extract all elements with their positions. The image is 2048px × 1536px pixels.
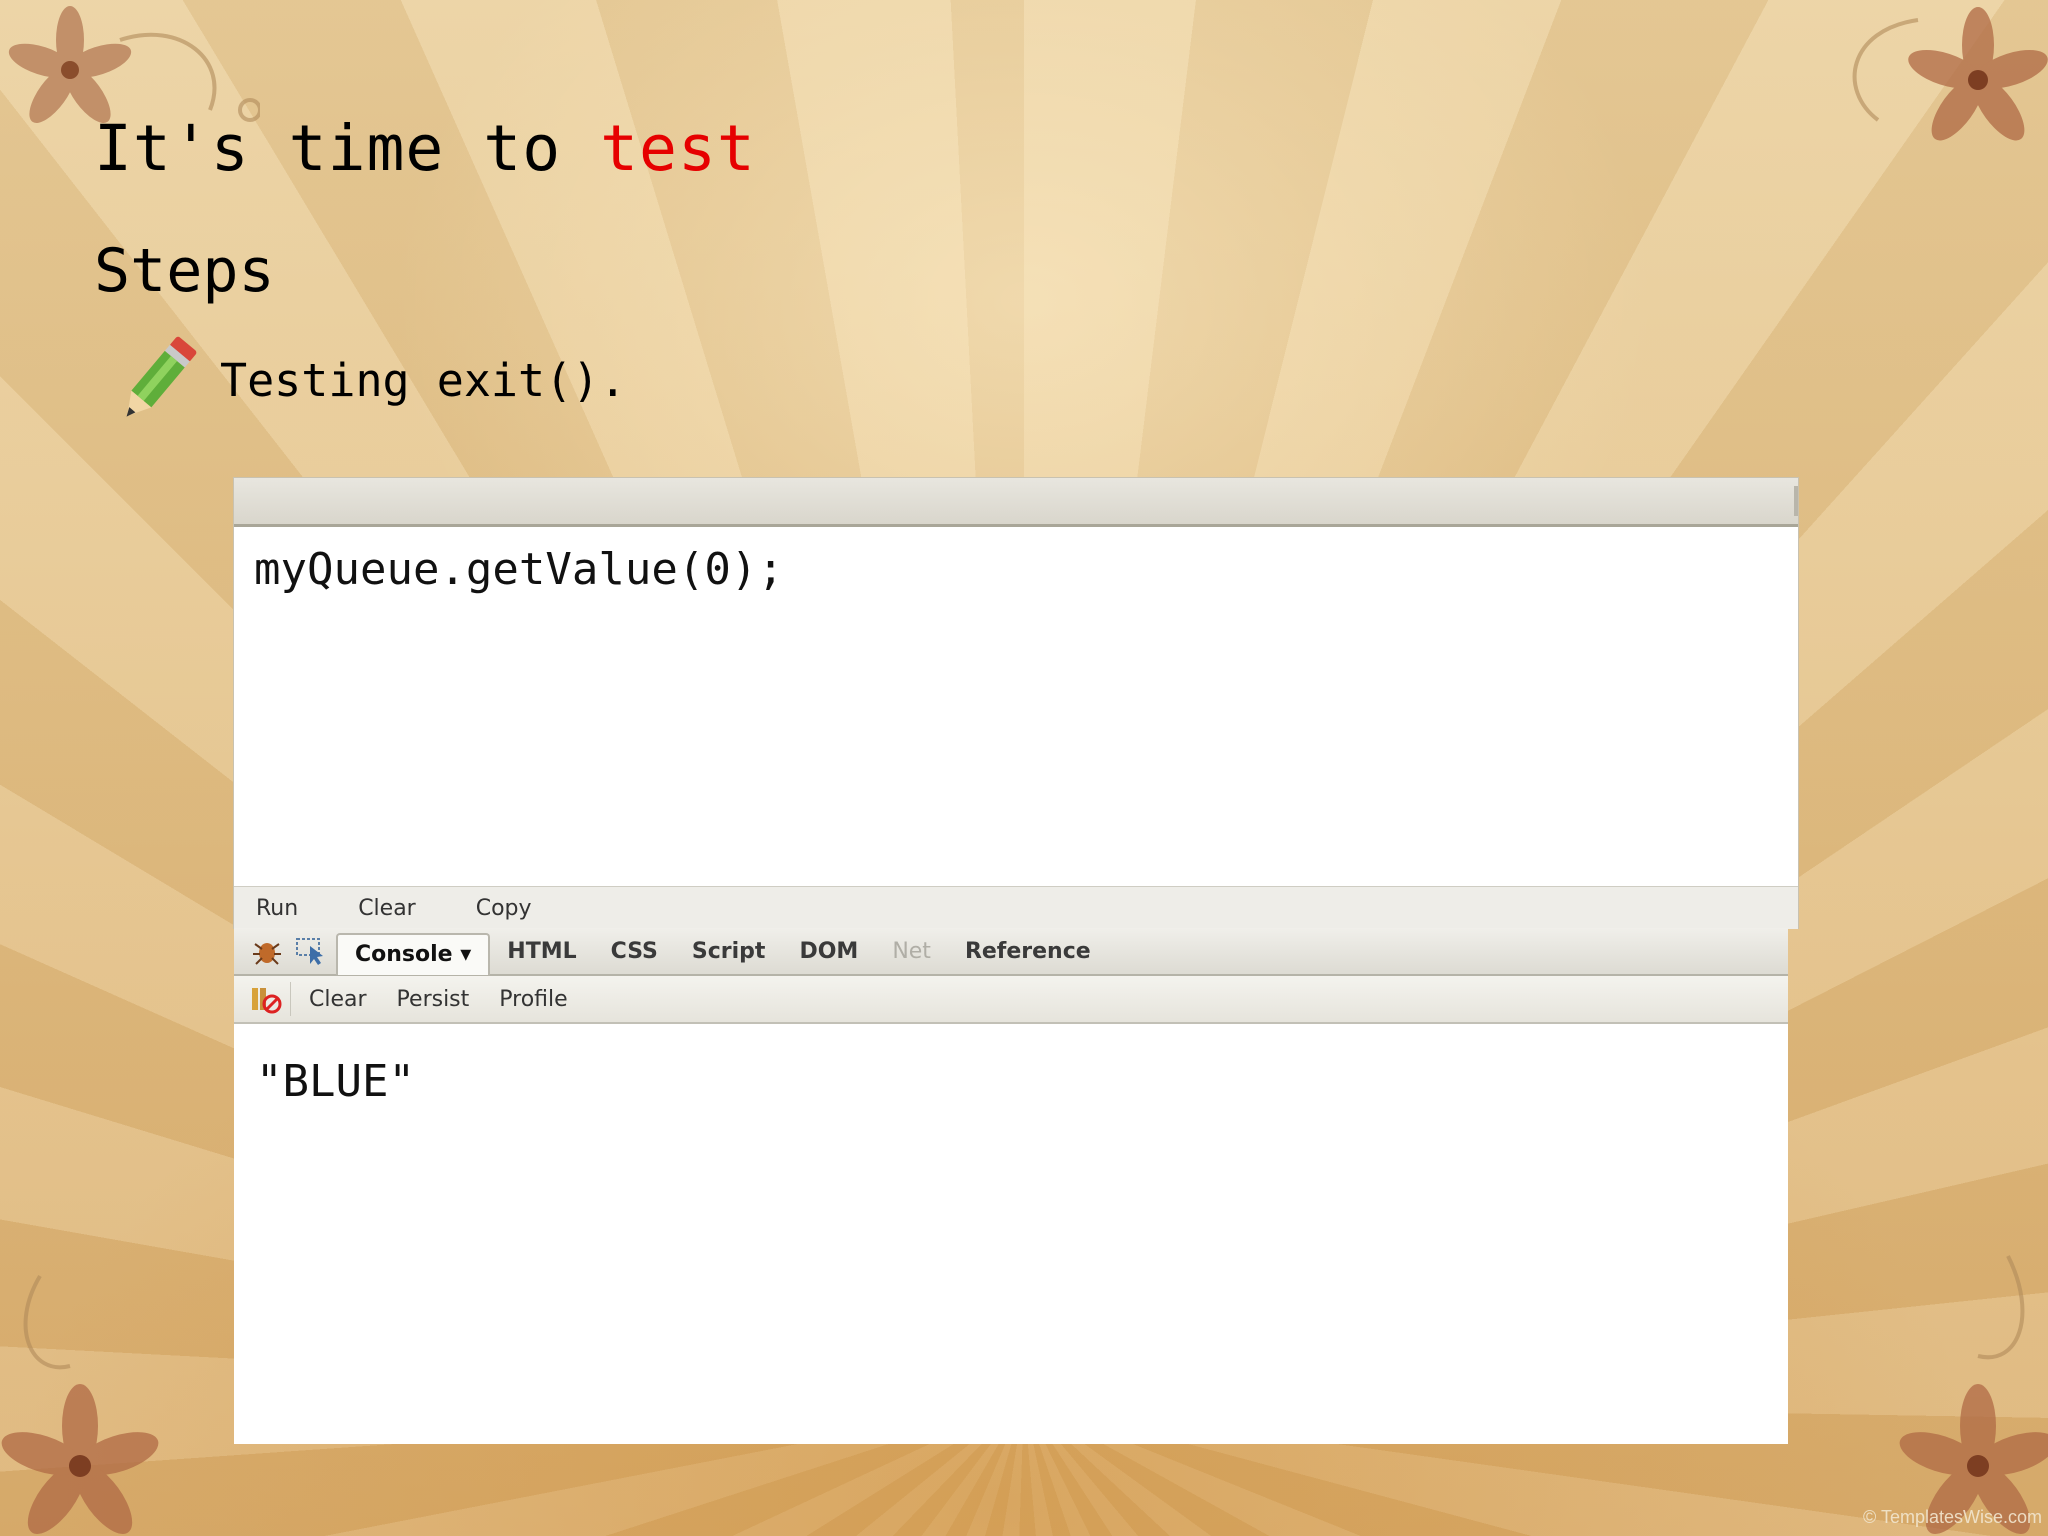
tab-script[interactable]: Script <box>675 939 783 964</box>
tab-dom[interactable]: DOM <box>782 939 875 964</box>
tab-css[interactable]: CSS <box>594 939 675 964</box>
inspect-icon[interactable] <box>292 934 330 968</box>
console-toolbar: Clear Persist Profile <box>234 976 1788 1024</box>
titlebar-edge <box>1794 486 1798 516</box>
tab-html[interactable]: HTML <box>490 939 593 964</box>
copy-button[interactable]: Copy <box>476 896 532 921</box>
bullet-item: Testing exit(). <box>108 330 626 430</box>
console-tab-bar: Console ▾ HTML CSS Script DOM Net Refere… <box>234 928 1788 976</box>
tab-console[interactable]: Console ▾ <box>336 933 491 975</box>
console-clear-button[interactable]: Clear <box>309 987 367 1012</box>
persist-button[interactable]: Persist <box>397 987 470 1012</box>
profile-button[interactable]: Profile <box>499 987 567 1012</box>
console-panel: Console ▾ HTML CSS Script DOM Net Refere… <box>234 928 1788 1444</box>
editor-titlebar <box>234 478 1798 527</box>
watermark: © TemplatesWise.com <box>1863 1507 2042 1527</box>
code-input[interactable]: myQueue.getValue(0); <box>254 544 784 595</box>
editor-action-bar: Run Clear Copy <box>234 886 1798 929</box>
tab-net: Net <box>892 938 931 964</box>
code-editor-window: myQueue.getValue(0); <box>234 478 1798 928</box>
clear-console-icon[interactable] <box>248 982 291 1016</box>
console-output: "BLUE" <box>256 1056 415 1107</box>
flower-decoration-icon <box>1852 7 2048 141</box>
pencil-icon <box>126 336 197 417</box>
tab-reference[interactable]: Reference <box>948 939 1108 964</box>
bullet-text: Testing exit(). <box>220 353 627 407</box>
run-button[interactable]: Run <box>256 896 298 921</box>
firebug-icon[interactable] <box>248 934 286 968</box>
title-prefix: It's time to <box>94 112 601 185</box>
slide-title: It's time to test <box>94 112 756 185</box>
slide-subtitle: Steps <box>94 236 275 306</box>
title-accent: test <box>600 112 756 185</box>
clear-code-button[interactable]: Clear <box>358 896 416 921</box>
